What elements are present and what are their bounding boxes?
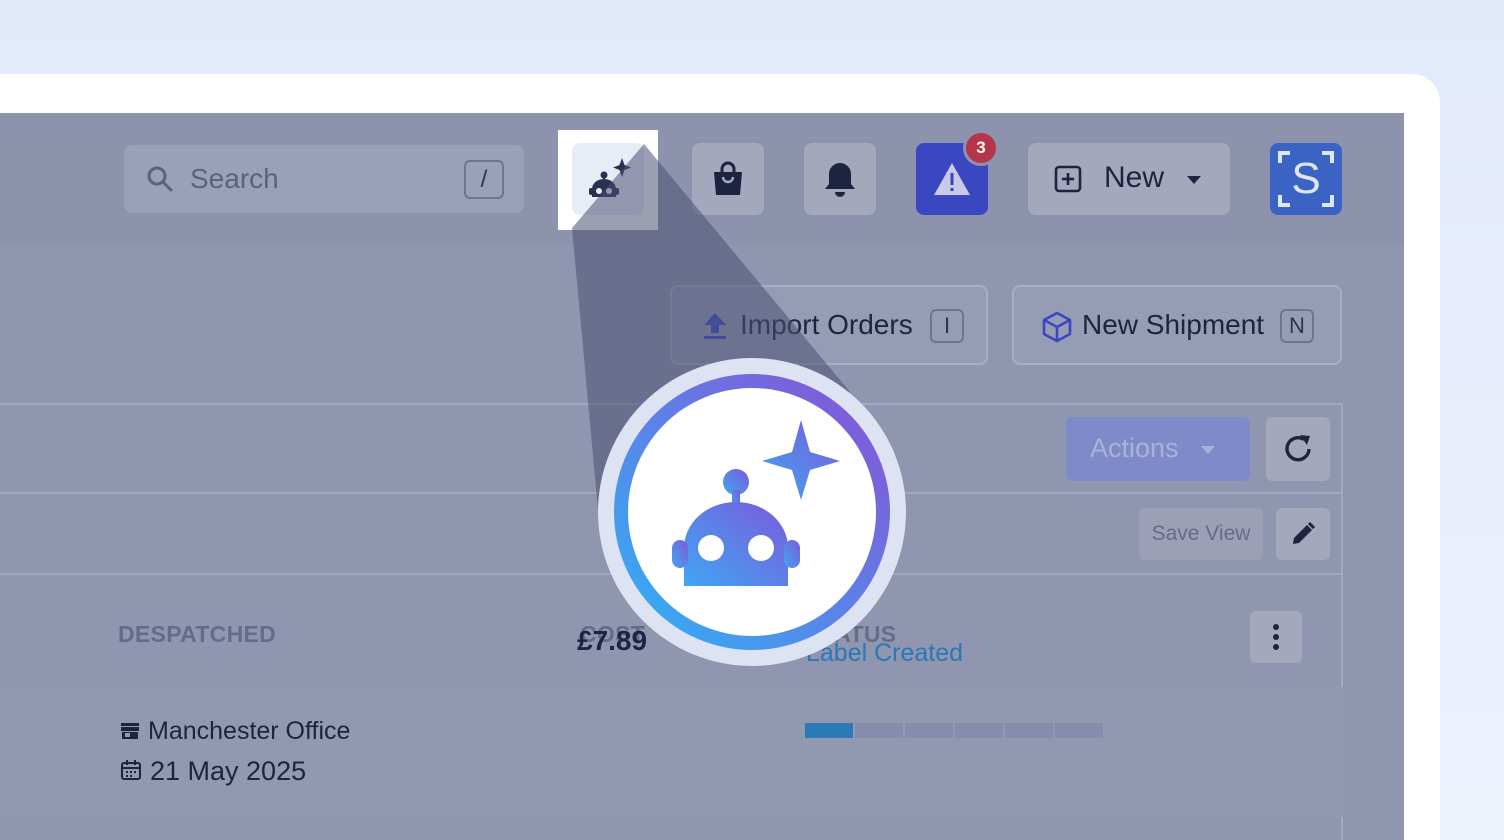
new-shipment-shortcut: N [1280, 309, 1314, 343]
progress-segment [955, 723, 1003, 738]
search-shortcut: / [464, 160, 504, 199]
chevron-down-icon [1187, 176, 1201, 184]
new-shipment-button[interactable]: New Shipment N [1012, 285, 1342, 365]
plus-square-icon [1054, 165, 1082, 193]
save-view-button[interactable]: Save View [1139, 508, 1263, 560]
import-orders-button[interactable]: Import Orders I [670, 285, 988, 365]
import-orders-label: Import Orders [740, 309, 913, 340]
cost-value: £7.89 [577, 625, 648, 656]
row-menu-button[interactable] [1250, 611, 1302, 663]
search-box[interactable]: Search / [124, 145, 524, 213]
chevron-down-icon [1201, 446, 1215, 454]
import-shortcut: I [930, 309, 964, 343]
progress-segment [1055, 723, 1103, 738]
location-text: Manchester Office [148, 717, 351, 745]
svg-text:S: S [1291, 154, 1320, 203]
despatch-date: 21 May 2025 [150, 756, 307, 786]
status-text[interactable]: Label Created [806, 639, 963, 668]
brand-logo-icon: S [1278, 151, 1334, 207]
store-icon [121, 723, 139, 739]
progress-segment [905, 723, 953, 738]
app-window: Search / 3 New S Import Orders I New Shi… [0, 113, 1404, 840]
divider [0, 573, 1343, 575]
refresh-icon [1285, 435, 1311, 462]
shopping-bag-icon [714, 161, 742, 195]
warning-icon [934, 163, 970, 195]
progress-segment [1005, 723, 1053, 738]
shop-button[interactable] [692, 143, 764, 215]
table-row[interactable] [0, 687, 1343, 817]
new-shipment-label: New Shipment [1082, 309, 1265, 340]
notifications-button[interactable] [804, 143, 876, 215]
upload-icon [704, 313, 726, 339]
edit-view-button[interactable] [1276, 508, 1330, 560]
search-icon [147, 166, 173, 192]
search-placeholder: Search [190, 163, 279, 194]
alert-count-badge: 3 [963, 130, 999, 166]
progress-segment [855, 723, 903, 738]
calendar-icon [121, 760, 141, 780]
ai-robot-icon [589, 158, 631, 197]
avatar[interactable]: S [1270, 143, 1342, 215]
column-header-despatched[interactable]: DESPATCHED [118, 621, 276, 648]
refresh-button[interactable] [1266, 417, 1330, 481]
progress-segment [805, 723, 853, 738]
package-icon [1042, 311, 1072, 343]
new-button-label: New [1104, 161, 1165, 194]
new-button[interactable]: New [1028, 143, 1230, 215]
divider [0, 492, 1343, 494]
actions-dropdown[interactable]: Actions [1066, 417, 1250, 481]
more-vertical-icon [1273, 624, 1279, 650]
pencil-icon [1293, 521, 1316, 544]
actions-label: Actions [1090, 433, 1179, 463]
bell-icon [825, 163, 855, 197]
ai-assistant-button[interactable] [572, 143, 644, 215]
